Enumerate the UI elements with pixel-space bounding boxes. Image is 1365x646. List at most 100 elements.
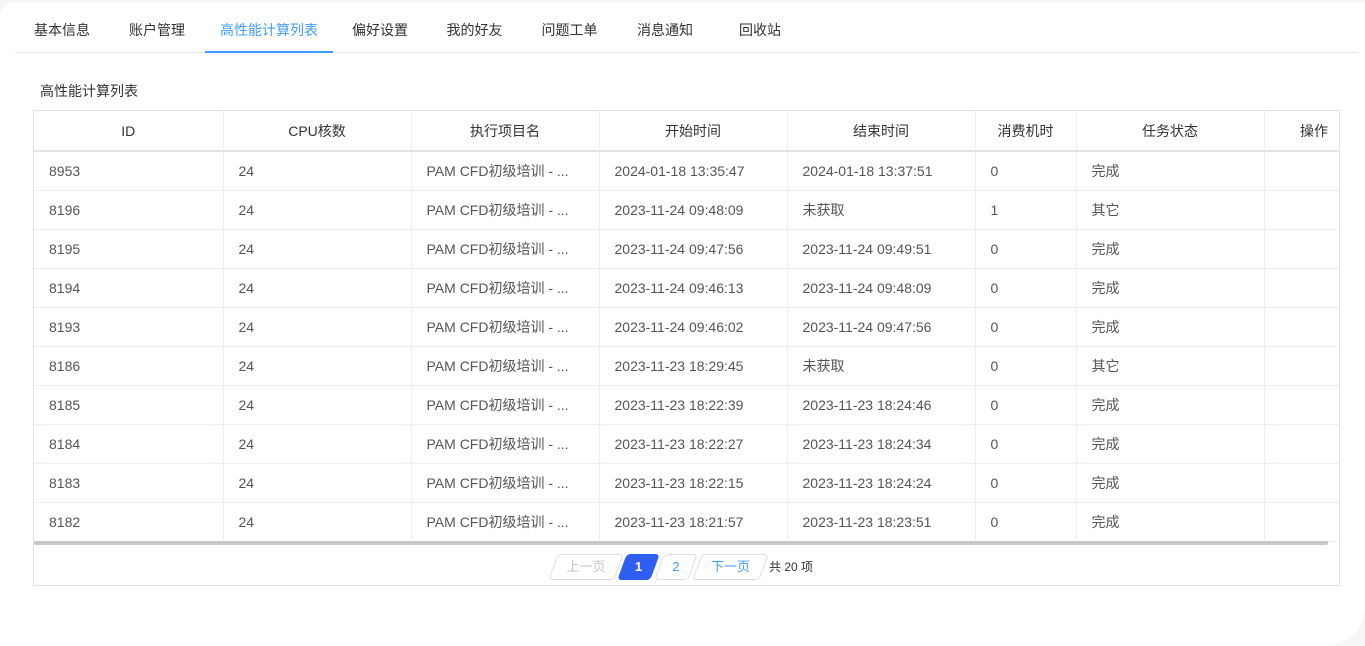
cell-id: 8196 bbox=[34, 190, 224, 230]
table-row[interactable]: 8195 24 PAM CFD初级培训 - ... 2023-11-24 09:47:… bbox=[34, 229, 1339, 269]
table-header-row: ID CPU核数 执行项目名 开始时间 结束时间 消费机时 任务状态 操作 bbox=[34, 111, 1339, 152]
tab-tickets[interactable]: 问题工单 bbox=[522, 2, 617, 52]
cell-end: 未获取 bbox=[787, 346, 976, 386]
cell-project: PAM CFD初级培训 - ... bbox=[411, 307, 600, 347]
col-header-end[interactable]: 结束时间 bbox=[787, 111, 976, 152]
cell-cost: 0 bbox=[975, 346, 1077, 386]
col-header-cpu[interactable]: CPU核数 bbox=[223, 111, 412, 152]
cell-end: 2023-11-23 18:24:24 bbox=[787, 463, 976, 503]
section-title: 高性能计算列表 bbox=[40, 83, 138, 99]
cell-end: 2023-11-24 09:49:51 bbox=[787, 229, 976, 269]
cell-id: 8193 bbox=[34, 307, 224, 347]
tab-preferences[interactable]: 偏好设置 bbox=[333, 2, 427, 52]
cell-start: 2023-11-23 18:29:45 bbox=[599, 346, 788, 386]
content-panel: 基本信息 账户管理 高性能计算列表 偏好设置 我的好友 问题工单 消息通知 回收… bbox=[0, 2, 1365, 646]
cell-cpu: 24 bbox=[223, 229, 412, 269]
cell-cpu: 24 bbox=[223, 346, 412, 386]
cell-cpu: 24 bbox=[223, 502, 412, 542]
cell-id: 8194 bbox=[34, 268, 224, 308]
cell-cpu: 24 bbox=[223, 307, 412, 347]
cell-actions[interactable] bbox=[1264, 346, 1339, 386]
cell-status: 完成 bbox=[1076, 307, 1265, 347]
cell-status: 完成 bbox=[1076, 151, 1265, 191]
cell-actions[interactable] bbox=[1264, 229, 1339, 269]
cell-status: 完成 bbox=[1076, 268, 1265, 308]
cell-cpu: 24 bbox=[223, 151, 412, 191]
page-1-button[interactable]: 1 bbox=[617, 554, 660, 580]
cell-actions[interactable] bbox=[1264, 502, 1339, 542]
next-page-button[interactable]: 下一页 bbox=[692, 554, 769, 580]
cell-end: 2023-11-23 18:23:51 bbox=[787, 502, 976, 542]
cell-cost: 0 bbox=[975, 502, 1077, 542]
tab-hpc-list[interactable]: 高性能计算列表 bbox=[205, 2, 333, 53]
cell-id: 8953 bbox=[34, 151, 224, 191]
cell-start: 2023-11-23 18:22:27 bbox=[599, 424, 788, 464]
cell-actions[interactable] bbox=[1264, 268, 1339, 308]
cell-start: 2023-11-23 18:22:15 bbox=[599, 463, 788, 503]
prev-page-button[interactable]: 上一页 bbox=[548, 554, 624, 580]
cell-end: 2023-11-23 18:24:46 bbox=[787, 385, 976, 425]
cell-cost: 0 bbox=[975, 463, 1077, 503]
col-header-id[interactable]: ID bbox=[34, 111, 224, 152]
cell-project: PAM CFD初级培训 - ... bbox=[411, 229, 600, 269]
cell-end: 2023-11-23 18:24:34 bbox=[787, 424, 976, 464]
cell-start: 2024-01-18 13:35:47 bbox=[599, 151, 788, 191]
cell-status: 完成 bbox=[1076, 385, 1265, 425]
cell-status: 完成 bbox=[1076, 424, 1265, 464]
cell-id: 8183 bbox=[34, 463, 224, 503]
cell-id: 8184 bbox=[34, 424, 224, 464]
cell-actions[interactable] bbox=[1264, 307, 1339, 347]
cell-start: 2023-11-24 09:48:09 bbox=[599, 190, 788, 230]
table-row[interactable]: 8185 24 PAM CFD初级培训 - ... 2023-11-23 18:22:… bbox=[34, 385, 1339, 425]
tab-my-friends[interactable]: 我的好友 bbox=[427, 2, 522, 52]
cell-start: 2023-11-24 09:47:56 bbox=[599, 229, 788, 269]
tab-recycle-bin[interactable]: 回收站 bbox=[713, 2, 807, 52]
cell-actions[interactable] bbox=[1264, 424, 1339, 464]
table-row[interactable]: 8953 24 PAM CFD初级培训 - ... 2024-01-18 13:35:… bbox=[34, 151, 1339, 191]
cell-status: 其它 bbox=[1076, 346, 1265, 386]
table-row[interactable]: 8196 24 PAM CFD初级培训 - ... 2023-11-24 09:48:… bbox=[34, 190, 1339, 230]
col-header-actions[interactable]: 操作 bbox=[1264, 111, 1339, 152]
cell-status: 其它 bbox=[1076, 190, 1265, 230]
cell-status: 完成 bbox=[1076, 463, 1265, 503]
hpc-table: ID CPU核数 执行项目名 开始时间 结束时间 消费机时 任务状态 操作 89… bbox=[34, 111, 1339, 542]
cell-end: 未获取 bbox=[787, 190, 976, 230]
col-header-status[interactable]: 任务状态 bbox=[1076, 111, 1265, 152]
cell-project: PAM CFD初级培训 - ... bbox=[411, 190, 600, 230]
table-row[interactable]: 8193 24 PAM CFD初级培训 - ... 2023-11-24 09:46:… bbox=[34, 307, 1339, 347]
table-row[interactable]: 8186 24 PAM CFD初级培训 - ... 2023-11-23 18:29:… bbox=[34, 346, 1339, 386]
table-row[interactable]: 8194 24 PAM CFD初级培训 - ... 2023-11-24 09:46:… bbox=[34, 268, 1339, 308]
tab-notifications[interactable]: 消息通知 bbox=[617, 2, 713, 52]
cell-cost: 0 bbox=[975, 307, 1077, 347]
cell-start: 2023-11-23 18:22:39 bbox=[599, 385, 788, 425]
tab-basic-info[interactable]: 基本信息 bbox=[15, 2, 109, 52]
cell-status: 完成 bbox=[1076, 229, 1265, 269]
horizontal-scrollbar[interactable] bbox=[34, 541, 1328, 545]
col-header-project[interactable]: 执行项目名 bbox=[411, 111, 600, 152]
cell-actions[interactable] bbox=[1264, 190, 1339, 230]
cell-cost: 0 bbox=[975, 268, 1077, 308]
cell-actions[interactable] bbox=[1264, 385, 1339, 425]
cell-cpu: 24 bbox=[223, 268, 412, 308]
cell-start: 2023-11-24 09:46:02 bbox=[599, 307, 788, 347]
cell-id: 8182 bbox=[34, 502, 224, 542]
cell-project: PAM CFD初级培训 - ... bbox=[411, 424, 600, 464]
cell-actions[interactable] bbox=[1264, 151, 1339, 191]
table-row[interactable]: 8183 24 PAM CFD初级培训 - ... 2023-11-23 18:22:… bbox=[34, 463, 1339, 503]
hpc-table-container: ID CPU核数 执行项目名 开始时间 结束时间 消费机时 任务状态 操作 89… bbox=[33, 110, 1340, 586]
col-header-cost[interactable]: 消费机时 bbox=[975, 111, 1077, 152]
col-header-start[interactable]: 开始时间 bbox=[599, 111, 788, 152]
cell-project: PAM CFD初级培训 - ... bbox=[411, 463, 600, 503]
table-row[interactable]: 8184 24 PAM CFD初级培训 - ... 2023-11-23 18:22:… bbox=[34, 424, 1339, 464]
cell-id: 8195 bbox=[34, 229, 224, 269]
cell-cost: 0 bbox=[975, 385, 1077, 425]
cell-actions[interactable] bbox=[1264, 463, 1339, 503]
cell-project: PAM CFD初级培训 - ... bbox=[411, 502, 600, 542]
cell-start: 2023-11-24 09:46:13 bbox=[599, 268, 788, 308]
page-2-button[interactable]: 2 bbox=[654, 554, 698, 580]
tab-bar: 基本信息 账户管理 高性能计算列表 偏好设置 我的好友 问题工单 消息通知 回收… bbox=[15, 2, 1358, 53]
cell-project: PAM CFD初级培训 - ... bbox=[411, 346, 600, 386]
cell-start: 2023-11-23 18:21:57 bbox=[599, 502, 788, 542]
table-row[interactable]: 8182 24 PAM CFD初级培训 - ... 2023-11-23 18:21:… bbox=[34, 502, 1339, 542]
tab-account-management[interactable]: 账户管理 bbox=[109, 2, 205, 52]
